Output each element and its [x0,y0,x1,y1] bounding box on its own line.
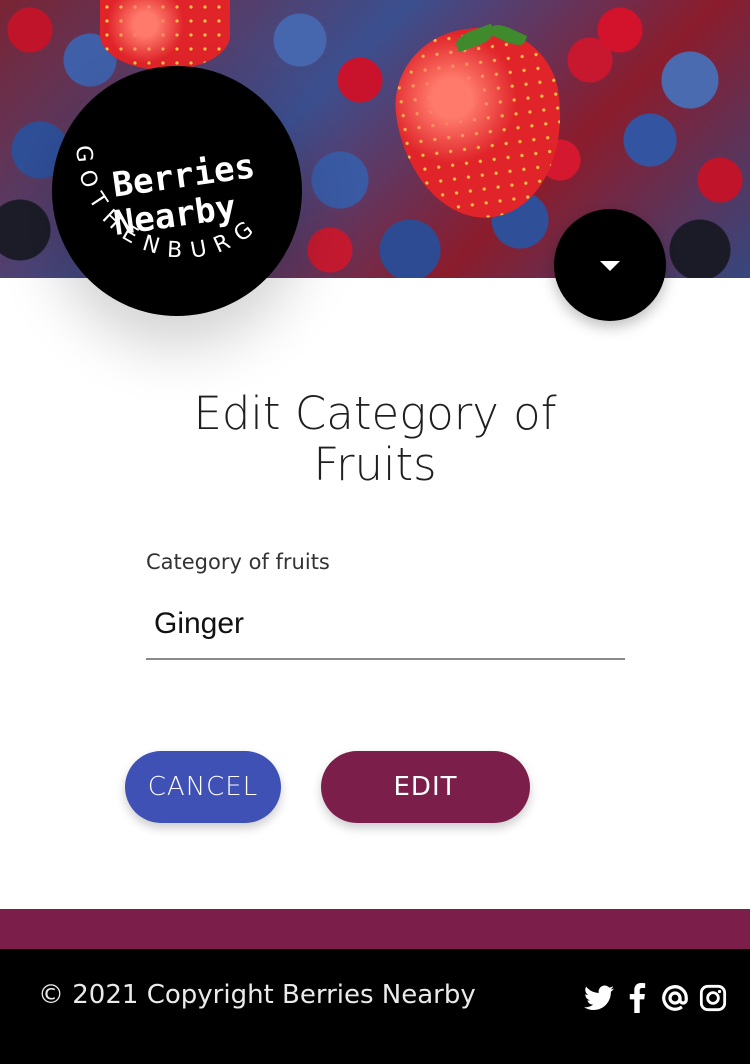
caret-down-icon [600,261,620,271]
copyright-text: © 2021 Copyright Berries Nearby [38,980,476,1010]
instagram-icon[interactable] [698,983,728,1013]
page-title-line2: Fruits [313,438,437,491]
berries-nearby-logo[interactable]: Berries Nearby GOTHENBURG [52,66,302,316]
category-field-label: Category of fruits [146,550,330,574]
category-input[interactable] [146,590,625,660]
email-icon[interactable] [660,983,690,1013]
edit-button[interactable]: EDIT [321,751,530,823]
page-title-line1: Edit Category of [193,387,557,440]
twitter-icon[interactable] [584,983,614,1013]
facebook-icon[interactable] [622,983,652,1013]
logo-wordmark: Berries Nearby GOTHENBURG [70,144,257,264]
social-links [584,981,728,1015]
dropdown-menu-button[interactable] [554,209,666,321]
strawberry-image [100,0,230,70]
cancel-button[interactable]: CANCEL [125,751,281,823]
page-title: Edit Category of Fruits [0,388,750,490]
strawberry-image [385,17,575,229]
footer-accent-band [0,909,750,949]
